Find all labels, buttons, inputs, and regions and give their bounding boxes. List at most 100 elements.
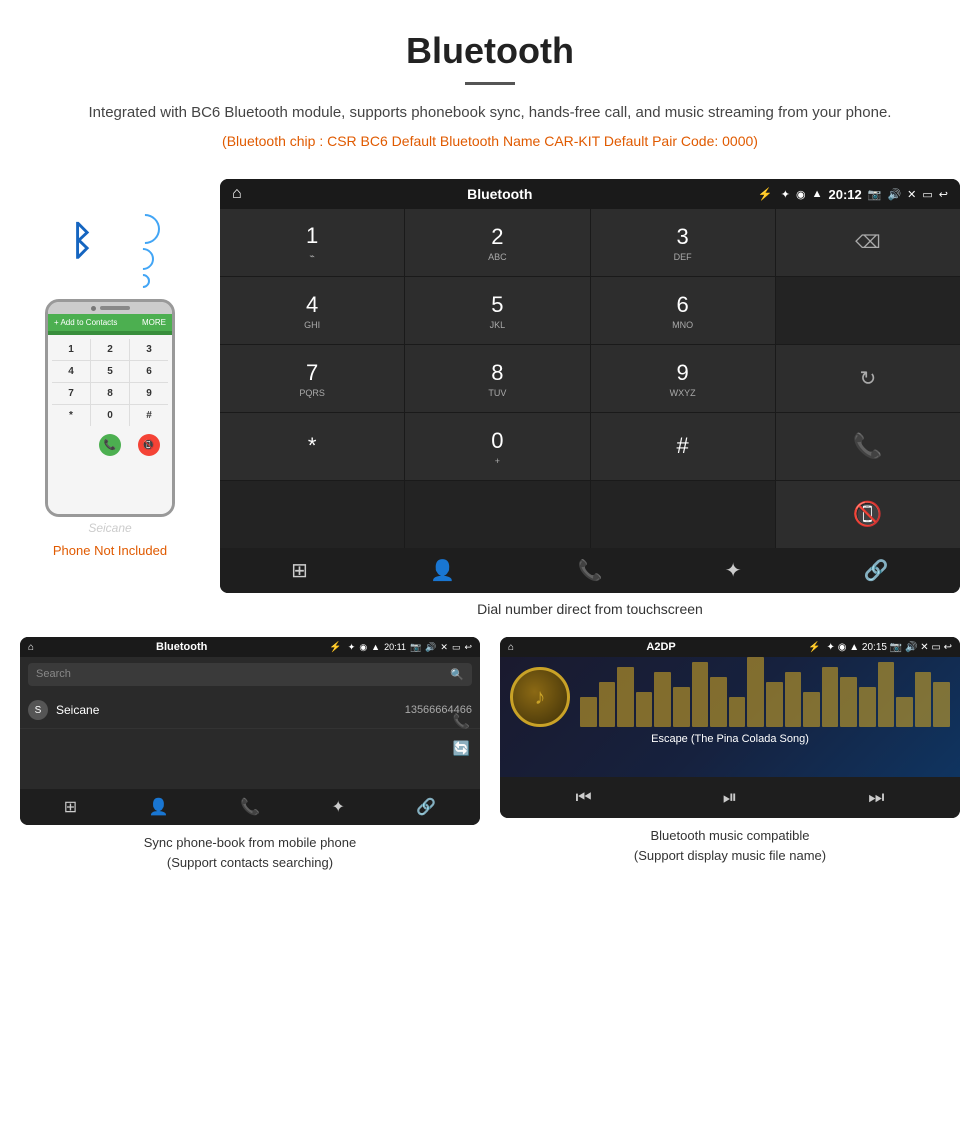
phone-contact-label: + Add to Contacts xyxy=(54,318,117,327)
music-prev-icon[interactable]: ⏮ xyxy=(576,787,592,808)
pb-time: 20:11 xyxy=(384,642,406,653)
pb-phone-right-icon[interactable]: 📞 xyxy=(453,713,470,730)
music-next-icon[interactable]: ⏭ xyxy=(868,787,884,808)
dial-key-5[interactable]: 5JKL xyxy=(405,277,589,344)
phone-key-3[interactable]: 3 xyxy=(130,339,168,360)
pb-search-icon[interactable]: 🔍 xyxy=(450,668,464,681)
pb-search-bar[interactable]: Search 🔍 xyxy=(28,663,472,686)
dial-key-6[interactable]: 6MNO xyxy=(591,277,775,344)
dial-key-9[interactable]: 8TUV xyxy=(405,345,589,412)
viz-bar-6 xyxy=(692,662,709,727)
music-song-title: Escape (The Pina Colada Song) xyxy=(651,733,809,745)
ms-x-icon: ✕ xyxy=(920,642,928,653)
phone-key-star[interactable]: * xyxy=(52,405,90,426)
phone-frame: + Add to Contacts MORE 1 2 3 4 5 6 7 8 9… xyxy=(45,299,175,517)
pb-x-icon: ✕ xyxy=(440,642,448,653)
car-nav-bluetooth-icon[interactable]: ✦ xyxy=(725,558,742,583)
call-green-icon[interactable]: 📞 xyxy=(853,432,883,461)
dial-key-14[interactable]: # xyxy=(591,413,775,480)
phonebook-screenshot: ⌂ Bluetooth ⚡ ✦ ◉ ▲ 20:11 📷 🔊 ✕ ▭ ↩ Sear… xyxy=(20,637,480,872)
phone-more-label: MORE xyxy=(142,318,166,327)
page-specs: (Bluetooth chip : CSR BC6 Default Blueto… xyxy=(60,133,920,149)
pb-nav-bt-icon[interactable]: ✦ xyxy=(331,797,344,817)
pb-contact-letter: S xyxy=(28,700,48,720)
volume-icon: 🔊 xyxy=(887,188,901,201)
watermark: Seicane xyxy=(88,521,131,535)
dial-key-11[interactable]: ↻ xyxy=(776,345,960,412)
phone-call-button[interactable]: 📞 xyxy=(99,434,121,456)
viz-bar-9 xyxy=(747,657,764,727)
phone-screen-sub xyxy=(48,331,172,335)
dial-key-7 xyxy=(776,277,960,344)
pb-search-placeholder: Search xyxy=(36,668,71,681)
ms-loc-icon: ◉ xyxy=(838,642,847,653)
dial-key-19[interactable]: 📵 xyxy=(776,481,960,548)
refresh-icon[interactable]: ↻ xyxy=(859,366,876,391)
dial-key-2[interactable]: 3DEF xyxy=(591,209,775,276)
phone-screen: + Add to Contacts MORE 1 2 3 4 5 6 7 8 9… xyxy=(48,314,172,514)
bluetooth-status-icon: ✦ xyxy=(781,188,790,201)
pb-nav-phone-icon[interactable]: 📞 xyxy=(240,797,260,817)
call-red-icon[interactable]: 📵 xyxy=(853,500,883,529)
phone-key-9[interactable]: 9 xyxy=(130,383,168,404)
pb-home-icon[interactable]: ⌂ xyxy=(28,642,34,653)
dial-key-8[interactable]: 7PQRS xyxy=(220,345,404,412)
pb-nav-contacts-icon[interactable]: 👤 xyxy=(149,797,169,817)
pb-nav-keypad-icon[interactable]: ⊞ xyxy=(64,797,77,817)
pb-loc-icon: ◉ xyxy=(359,642,367,653)
wifi-waves-icon xyxy=(130,214,160,288)
pb-bt-icon: ✦ xyxy=(348,642,356,653)
phone-key-6[interactable]: 6 xyxy=(130,361,168,382)
car-nav-contacts-icon[interactable]: 👤 xyxy=(430,558,455,583)
pb-cam-icon: 📷 xyxy=(410,642,421,653)
dial-key-18 xyxy=(591,481,775,548)
pb-nav-link-icon[interactable]: 🔗 xyxy=(416,797,436,817)
car-nav-phone-icon[interactable]: 📞 xyxy=(578,558,603,583)
status-time: 20:12 xyxy=(829,187,862,202)
pb-title: Bluetooth xyxy=(40,641,323,653)
dial-key-10[interactable]: 9WXYZ xyxy=(591,345,775,412)
viz-bar-0 xyxy=(580,697,597,727)
phonebook-screen: ⌂ Bluetooth ⚡ ✦ ◉ ▲ 20:11 📷 🔊 ✕ ▭ ↩ Sear… xyxy=(20,637,480,825)
pb-signal-icon: ▲ xyxy=(371,642,380,653)
dial-key-1[interactable]: 2ABC xyxy=(405,209,589,276)
phone-action-row: 📞 📵 xyxy=(48,430,172,460)
phone-key-5[interactable]: 5 xyxy=(91,361,129,382)
wave-medium-icon xyxy=(127,243,158,274)
dial-key-3[interactable]: ⌫ xyxy=(776,209,960,276)
ms-back-icon[interactable]: ↩ xyxy=(944,642,952,653)
music-main-area: ♪ Escape (The Pina Colada Song) xyxy=(500,657,960,777)
phone-key-7[interactable]: 7 xyxy=(52,383,90,404)
ms-vol-icon: 🔊 xyxy=(905,642,917,653)
dial-key-13[interactable]: 0+ xyxy=(405,413,589,480)
viz-bar-2 xyxy=(617,667,634,727)
pb-refresh-right-icon[interactable]: 🔄 xyxy=(453,740,470,757)
dial-key-0[interactable]: 1⌁ xyxy=(220,209,404,276)
car-nav-link-icon[interactable]: 🔗 xyxy=(864,558,889,583)
phone-key-0[interactable]: 0 xyxy=(91,405,129,426)
dial-key-12[interactable]: * xyxy=(220,413,404,480)
backspace-icon[interactable]: ⌫ xyxy=(855,232,880,253)
music-play-pause-icon[interactable]: ⏯ xyxy=(723,787,737,808)
music-screen: ⌂ A2DP ⚡ ✦ ◉ ▲ 20:15 📷 🔊 ✕ ▭ ↩ xyxy=(500,637,960,818)
ms-bt-icon: ✦ xyxy=(827,642,835,653)
pb-usb-icon: ⚡ xyxy=(329,642,341,653)
dial-key-4[interactable]: 4GHI xyxy=(220,277,404,344)
close-icon: ✕ xyxy=(907,188,916,201)
back-icon[interactable]: ↩ xyxy=(939,188,948,201)
phone-key-1[interactable]: 1 xyxy=(52,339,90,360)
music-status-bar: ⌂ A2DP ⚡ ✦ ◉ ▲ 20:15 📷 🔊 ✕ ▭ ↩ xyxy=(500,637,960,657)
pb-back-icon[interactable]: ↩ xyxy=(464,642,472,653)
page-title: Bluetooth xyxy=(60,30,920,72)
ms-home-icon[interactable]: ⌂ xyxy=(508,642,514,653)
home-icon[interactable]: ⌂ xyxy=(232,185,242,203)
phone-end-button[interactable]: 📵 xyxy=(138,434,160,456)
phone-key-2[interactable]: 2 xyxy=(91,339,129,360)
car-nav-keypad-icon[interactable]: ⊞ xyxy=(291,558,308,583)
phone-key-4[interactable]: 4 xyxy=(52,361,90,382)
main-content: ᛒ + Add to Contacts MORE 1 2 xyxy=(0,179,980,633)
phone-key-8[interactable]: 8 xyxy=(91,383,129,404)
dial-key-15[interactable]: 📞 xyxy=(776,413,960,480)
ms-usb-icon: ⚡ xyxy=(808,642,820,653)
phone-key-hash[interactable]: # xyxy=(130,405,168,426)
